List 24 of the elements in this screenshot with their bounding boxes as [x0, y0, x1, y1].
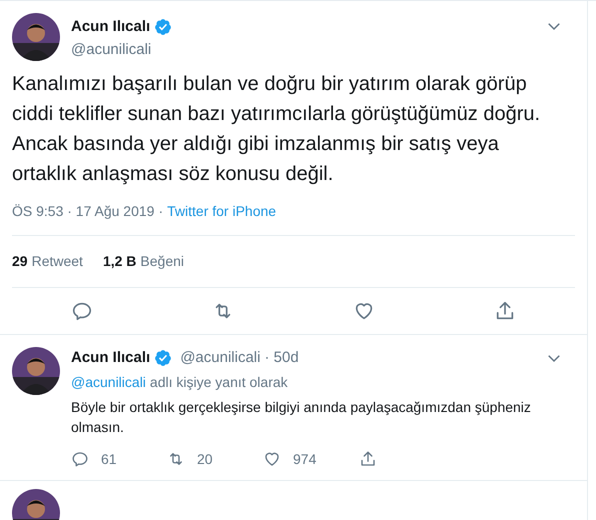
retweet-icon[interactable]: [167, 450, 185, 468]
tweet-text: Böyle bir ortaklık gerçekleşirse bilgiyi anında paylaşacağımızdan şüpheniz olmasın.: [71, 398, 532, 436]
stat-count[interactable]: 1,2 B: [102, 251, 136, 272]
heart-icon[interactable]: [263, 450, 281, 468]
like-count: 974: [293, 450, 316, 468]
stat-label[interactable]: Beğeni: [140, 251, 184, 272]
user-handle[interactable]: @acunilicali: [71, 38, 534, 61]
stat-count[interactable]: 29: [12, 251, 28, 272]
tweet-timestamp[interactable]: ÖS 9:53 · 17 Ağu 2019: [12, 201, 154, 222]
reply-note: adlı kişiye yanıt olarak: [150, 372, 288, 392]
reply-count: 61: [101, 450, 117, 468]
share-icon[interactable]: [359, 450, 377, 468]
separator-dot: ·: [158, 202, 164, 221]
tweet-age[interactable]: · 50d: [264, 347, 299, 370]
source-link[interactable]: Twitter for iPhone: [167, 201, 276, 222]
tweet-text: Kanalımızı başarılı bulan ve doğru bir yatırım olarak görüp ciddi teklifler sunan bazı yatırımcılarla görüştüğümüz doğru. Ancak basında yer aldığı gibi imzalanmış bir satış veya ortaklık anlaşması söz konusu değil.: [12, 72, 542, 187]
retweet-count: 20: [197, 450, 213, 468]
speech-bubble-icon[interactable]: [71, 300, 94, 322]
user-name[interactable]: Acun Ilıcalı: [71, 16, 150, 38]
stat-label[interactable]: Retweet: [32, 251, 83, 272]
user-name[interactable]: Acun Ilıcalı: [71, 347, 150, 370]
user-handle[interactable]: @acunilicali: [180, 347, 260, 370]
mention-link[interactable]: @acunilicali: [71, 372, 146, 392]
speech-bubble-icon[interactable]: [71, 450, 89, 468]
